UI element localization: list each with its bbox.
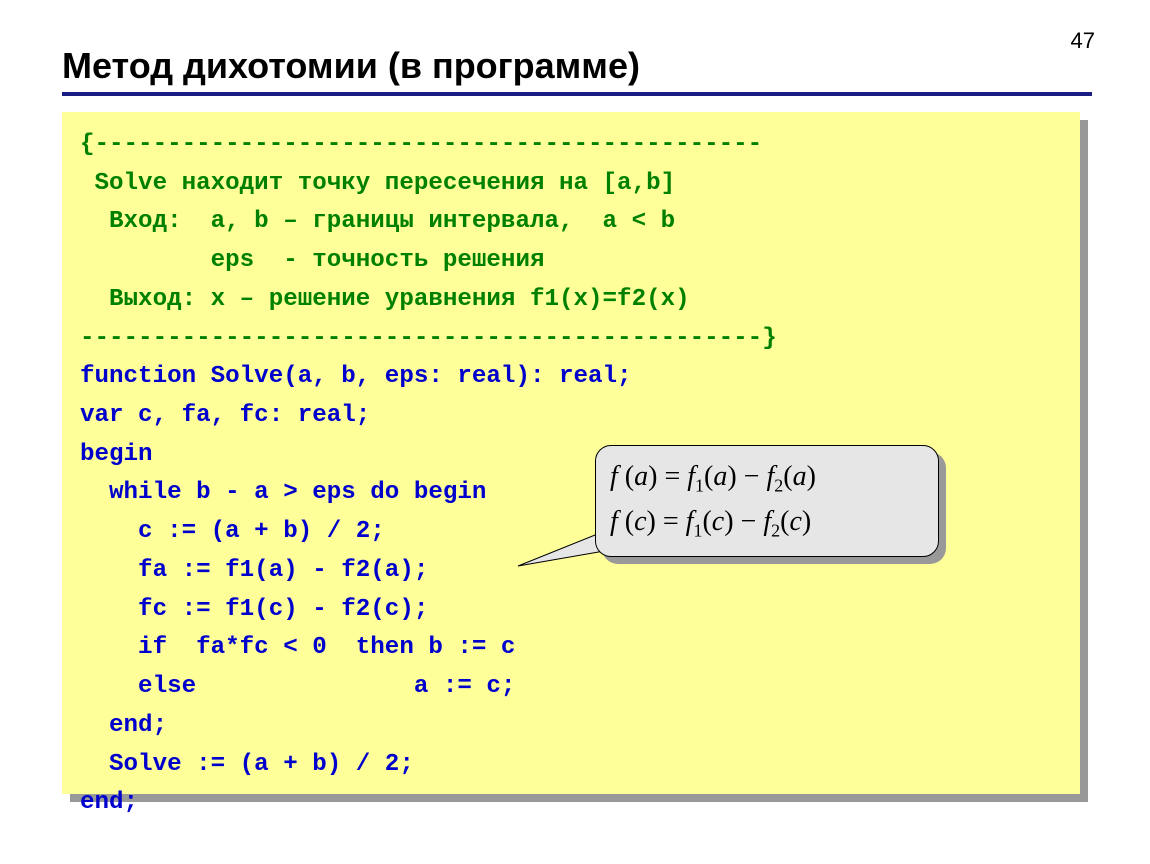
formula-fc: f (c) = f1(c) − f2(c) bbox=[610, 504, 924, 543]
page-number: 47 bbox=[1071, 28, 1095, 54]
comment-line: eps - точность решения bbox=[80, 247, 544, 274]
formula-fa: f (a) = f1(a) − f2(a) bbox=[610, 459, 924, 498]
code-line: fc := f1(c) - f2(c); bbox=[80, 596, 428, 623]
code-line: end; bbox=[80, 789, 138, 816]
code-line: else a := c; bbox=[80, 673, 515, 700]
comment-line: {---------------------------------------… bbox=[80, 131, 762, 158]
code-line: while b - a > eps do begin bbox=[80, 479, 486, 506]
code-line: if fa*fc < 0 then b := c bbox=[80, 634, 515, 661]
code-line: end; bbox=[80, 712, 167, 739]
comment-line: Solve находит точку пересечения на [a,b] bbox=[80, 170, 675, 197]
slide-title: Метод дихотомии (в программе) bbox=[62, 45, 640, 87]
code-line: c := (a + b) / 2; bbox=[80, 518, 385, 545]
formula-callout: f (a) = f1(a) − f2(a) f (c) = f1(c) − f2… bbox=[595, 445, 939, 557]
comment-line: Выход: x – решение уравнения f1(x)=f2(x) bbox=[80, 286, 690, 313]
title-underline bbox=[62, 92, 1092, 96]
code-line: fa := f1(a) - f2(a); bbox=[80, 557, 428, 584]
code-line: var c, fa, fc: real; bbox=[80, 402, 370, 429]
code-line: function Solve(a, b, eps: real): real; bbox=[80, 363, 632, 390]
comment-line: ----------------------------------------… bbox=[80, 325, 777, 352]
comment-line: Вход: a, b – границы интервала, a < b bbox=[80, 208, 675, 235]
code-line: Solve := (a + b) / 2; bbox=[80, 751, 414, 778]
code-line: begin bbox=[80, 441, 153, 468]
